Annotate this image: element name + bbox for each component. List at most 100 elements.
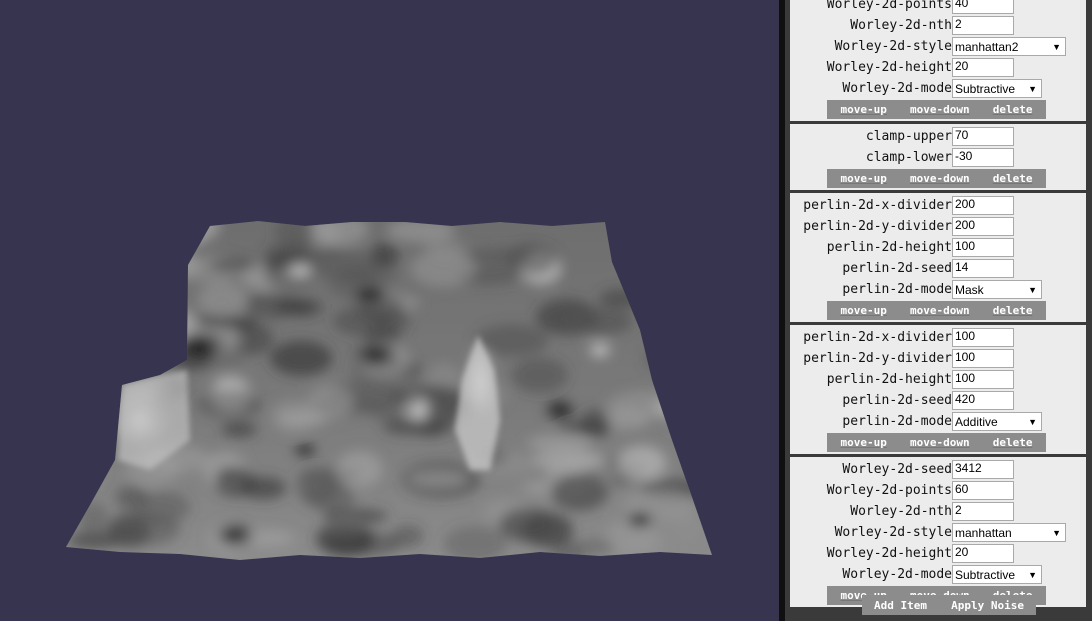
setting-row: perlin-2d-y-divider 100: [790, 348, 1086, 369]
setting-select[interactable]: Mask ▼: [952, 280, 1042, 299]
setting-input-value: -30: [955, 149, 973, 163]
setting-row: perlin-2d-seed 14: [790, 258, 1086, 279]
setting-row: Worley-2d-height 20: [790, 57, 1086, 78]
setting-select[interactable]: Additive ▼: [952, 412, 1042, 431]
add-item-button[interactable]: Add Item: [874, 599, 927, 612]
setting-input[interactable]: 2: [952, 16, 1014, 35]
setting-input[interactable]: 14: [952, 259, 1014, 278]
terrain-mesh[interactable]: [0, 0, 779, 621]
setting-row: perlin-2d-mode Additive ▼: [790, 411, 1086, 432]
setting-label: clamp-lower: [865, 150, 952, 165]
setting-input-value: 60: [955, 482, 969, 496]
setting-label: Worley-2d-height: [826, 546, 952, 561]
setting-label: perlin-2d-height: [826, 240, 952, 255]
setting-label: clamp-upper: [865, 129, 952, 144]
setting-row: perlin-2d-x-divider 200: [790, 195, 1086, 216]
setting-row: clamp-upper 70: [790, 126, 1086, 147]
dropdown-arrow-icon[interactable]: ▼: [1028, 417, 1037, 427]
setting-select-value: Subtractive: [955, 81, 1016, 96]
setting-label: perlin-2d-seed: [842, 261, 952, 276]
setting-select[interactable]: manhattan2 ▼: [952, 37, 1066, 56]
setting-input[interactable]: 60: [952, 481, 1014, 500]
noise-item-card: Worley-2d-points 40 Worley-2d-nth 2 Worley-2…: [790, 0, 1086, 121]
dropdown-arrow-icon[interactable]: ▼: [1028, 285, 1037, 295]
setting-row: perlin-2d-height 100: [790, 369, 1086, 390]
setting-input-value: 2: [955, 503, 962, 517]
setting-input[interactable]: 70: [952, 127, 1014, 146]
noise-item-list: Worley-2d-points 40 Worley-2d-nth 2 Worley-2…: [785, 0, 1092, 610]
setting-input[interactable]: -30: [952, 148, 1014, 167]
noise-settings-panel[interactable]: Worley-2d-points 40 Worley-2d-nth 2 Worley-2…: [785, 0, 1092, 621]
setting-input[interactable]: 200: [952, 217, 1014, 236]
setting-input-value: 200: [955, 218, 976, 232]
setting-input-value: 40: [955, 0, 969, 10]
setting-label: Worley-2d-mode: [842, 567, 952, 582]
setting-label: Worley-2d-points: [826, 483, 952, 498]
setting-input-value: 70: [955, 128, 969, 142]
setting-input-value: 14: [955, 260, 969, 274]
move-up-button[interactable]: move-up: [841, 304, 887, 317]
setting-label: perlin-2d-mode: [842, 414, 952, 429]
setting-label: Worley-2d-seed: [842, 462, 952, 477]
move-down-button[interactable]: move-down: [910, 172, 970, 185]
setting-input[interactable]: 100: [952, 238, 1014, 257]
move-up-button[interactable]: move-up: [841, 103, 887, 116]
delete-button[interactable]: delete: [993, 103, 1033, 116]
setting-input[interactable]: 100: [952, 370, 1014, 389]
setting-label: Worley-2d-mode: [842, 81, 952, 96]
setting-input[interactable]: 200: [952, 196, 1014, 215]
move-down-button[interactable]: move-down: [910, 103, 970, 116]
setting-select[interactable]: Subtractive ▼: [952, 79, 1042, 98]
dropdown-arrow-icon[interactable]: ▼: [1028, 84, 1037, 94]
setting-label: Worley-2d-height: [826, 60, 952, 75]
terrain-viewport[interactable]: [0, 0, 779, 621]
move-up-button[interactable]: move-up: [841, 172, 887, 185]
setting-row: Worley-2d-seed 3412: [790, 459, 1086, 480]
setting-row: Worley-2d-style manhattan ▼: [790, 522, 1086, 543]
setting-input-value: 20: [955, 59, 969, 73]
setting-select-value: manhattan: [955, 525, 1012, 540]
move-down-button[interactable]: move-down: [910, 436, 970, 449]
setting-label: Worley-2d-style: [834, 39, 952, 54]
setting-row: clamp-lower -30: [790, 147, 1086, 168]
setting-input[interactable]: 100: [952, 328, 1014, 347]
setting-label: Worley-2d-style: [834, 525, 952, 540]
dropdown-arrow-icon[interactable]: ▼: [1052, 42, 1061, 52]
setting-input[interactable]: 20: [952, 544, 1014, 563]
setting-row: perlin-2d-height 100: [790, 237, 1086, 258]
delete-button[interactable]: delete: [993, 304, 1033, 317]
setting-input[interactable]: 2: [952, 502, 1014, 521]
item-button-bar: move-up move-down delete: [827, 301, 1046, 320]
setting-row: Worley-2d-height 20: [790, 543, 1086, 564]
setting-input[interactable]: 420: [952, 391, 1014, 410]
setting-row: Worley-2d-nth 2: [790, 501, 1086, 522]
setting-row: Worley-2d-points 40: [790, 0, 1086, 15]
setting-input-value: 100: [955, 329, 976, 343]
setting-input[interactable]: 3412: [952, 460, 1014, 479]
apply-noise-button[interactable]: Apply Noise: [951, 599, 1024, 612]
setting-input[interactable]: 20: [952, 58, 1014, 77]
setting-label: perlin-2d-seed: [842, 393, 952, 408]
move-down-button[interactable]: move-down: [910, 304, 970, 317]
delete-button[interactable]: delete: [993, 436, 1033, 449]
setting-input[interactable]: 40: [952, 0, 1014, 14]
setting-label: perlin-2d-y-divider: [803, 219, 952, 234]
setting-input-value: 2: [955, 17, 962, 31]
setting-label: perlin-2d-x-divider: [803, 198, 952, 213]
setting-select[interactable]: manhattan ▼: [952, 523, 1066, 542]
setting-input-value: 100: [955, 371, 976, 385]
dropdown-arrow-icon[interactable]: ▼: [1052, 528, 1061, 538]
setting-select[interactable]: Subtractive ▼: [952, 565, 1042, 584]
delete-button[interactable]: delete: [993, 172, 1033, 185]
dropdown-arrow-icon[interactable]: ▼: [1028, 570, 1037, 580]
setting-row: Worley-2d-mode Subtractive ▼: [790, 564, 1086, 585]
setting-row: perlin-2d-mode Mask ▼: [790, 279, 1086, 300]
setting-label: Worley-2d-points: [826, 0, 952, 12]
setting-row: perlin-2d-seed 420: [790, 390, 1086, 411]
panel-footer: Add Item Apply Noise: [862, 595, 1036, 615]
item-button-bar: move-up move-down delete: [827, 169, 1046, 188]
setting-row: Worley-2d-nth 2: [790, 15, 1086, 36]
move-up-button[interactable]: move-up: [841, 436, 887, 449]
noise-item-card: perlin-2d-x-divider 200 perlin-2d-y-divide…: [790, 193, 1086, 322]
setting-input[interactable]: 100: [952, 349, 1014, 368]
